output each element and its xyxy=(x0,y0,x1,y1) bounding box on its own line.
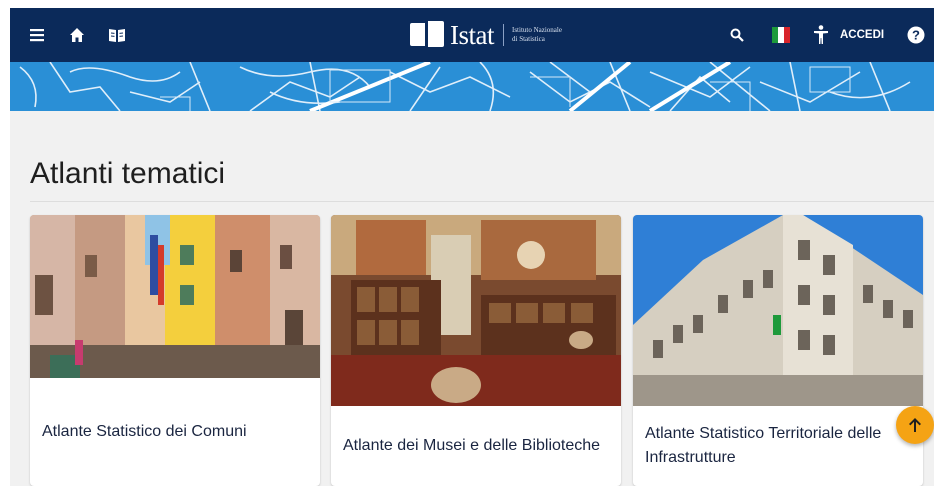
logo-subtitle-line1: Istituto Nazionale xyxy=(512,26,562,34)
svg-text:?: ? xyxy=(912,28,920,43)
card-atlante-comuni[interactable]: Atlante Statistico dei Comuni xyxy=(30,215,320,486)
accessibility-icon[interactable] xyxy=(807,8,835,62)
back-to-top-button[interactable] xyxy=(896,406,934,444)
card-title: Atlante dei Musei e delle Biblioteche xyxy=(343,437,601,454)
logo-text: Istat xyxy=(450,20,495,50)
menu-icon[interactable] xyxy=(20,8,54,62)
street-photo xyxy=(30,215,320,378)
building-photo xyxy=(633,215,923,406)
page-title: Atlanti tematici xyxy=(30,157,226,190)
title-divider xyxy=(30,201,934,202)
card-title: Atlante Statistico dei Comuni xyxy=(42,423,247,440)
card-atlante-infrastrutture[interactable]: Atlante Statistico Territoriale delle In… xyxy=(633,215,923,486)
top-navbar: Istat Istituto Nazionale di Statistica A… xyxy=(10,8,934,62)
logo-subtitle-line2: di Statistica xyxy=(512,35,545,43)
map-banner xyxy=(10,62,934,111)
card-title: Atlante Statistico Territoriale delle In… xyxy=(645,425,882,466)
city-map-illustration xyxy=(10,62,934,111)
italian-flag-icon[interactable] xyxy=(767,8,795,62)
help-icon[interactable]: ? xyxy=(904,8,928,62)
arrow-up-icon xyxy=(909,418,921,432)
logo-subtitle: Istituto Nazionale di Statistica xyxy=(512,26,562,44)
home-icon[interactable] xyxy=(60,8,94,62)
login-button[interactable]: ACCEDI xyxy=(840,8,884,62)
card-atlante-musei[interactable]: Atlante dei Musei e delle Biblioteche xyxy=(331,215,621,486)
book-icon[interactable] xyxy=(100,8,134,62)
search-icon[interactable] xyxy=(722,8,752,62)
logo-divider xyxy=(503,24,504,46)
istat-logo[interactable]: Istat Istituto Nazionale di Statistica xyxy=(410,20,562,50)
library-photo xyxy=(331,215,621,406)
istat-logo-mark xyxy=(410,21,444,48)
page-frame: Istat Istituto Nazionale di Statistica A… xyxy=(10,8,934,486)
